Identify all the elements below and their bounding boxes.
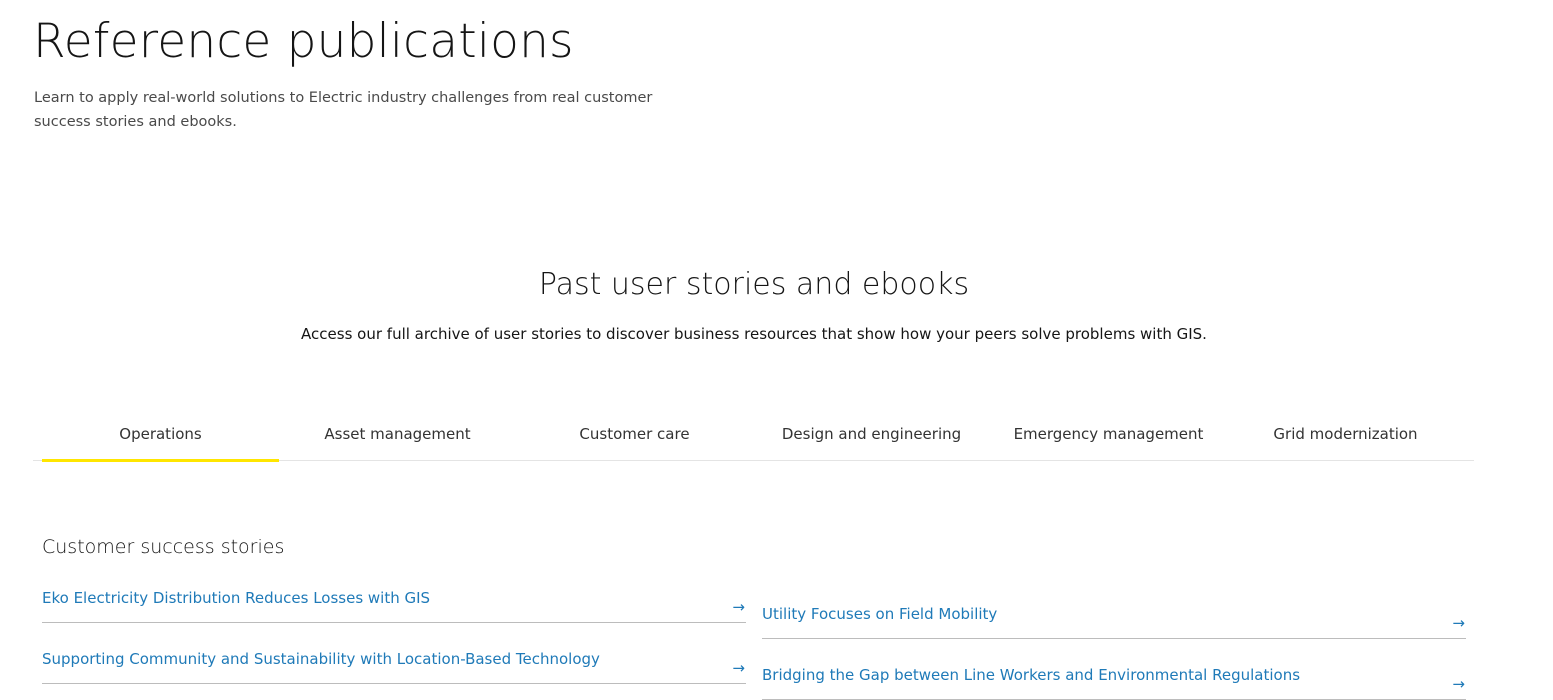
tab-label: Grid modernization	[1273, 425, 1418, 443]
tab-grid-modernization[interactable]: Grid modernization	[1227, 410, 1464, 461]
story-link-label: Eko Electricity Distribution Reduces Los…	[42, 589, 431, 607]
story-link-label: Supporting Community and Sustainability …	[42, 650, 600, 668]
page-title: Reference publications	[33, 14, 574, 69]
tab-operations[interactable]: Operations	[42, 410, 279, 462]
story-link-eko-electricity[interactable]: Eko Electricity Distribution Reduces Los…	[42, 587, 746, 623]
arrow-right-icon: →	[1452, 675, 1465, 693]
story-link-label: Bridging the Gap between Line Workers an…	[762, 666, 1301, 684]
tab-design-and-engineering[interactable]: Design and engineering	[753, 410, 990, 461]
story-link-bridging-the-gap[interactable]: Bridging the Gap between Line Workers an…	[762, 664, 1466, 700]
tab-asset-management[interactable]: Asset management	[279, 410, 516, 461]
category-tabs: Operations Asset management Customer car…	[33, 410, 1474, 462]
section-subtitle: Access our full archive of user stories …	[301, 325, 1207, 343]
tab-label: Design and engineering	[781, 425, 962, 443]
story-link-supporting-community[interactable]: Supporting Community and Sustainability …	[42, 648, 746, 684]
tab-label: Operations	[119, 425, 202, 443]
stories-heading: Customer success stories	[42, 536, 285, 558]
tab-label: Emergency management	[1013, 425, 1204, 443]
tab-label: Customer care	[579, 425, 690, 443]
story-link-label: Utility Focuses on Field Mobility	[762, 605, 998, 623]
tab-customer-care[interactable]: Customer care	[516, 410, 753, 461]
arrow-right-icon: →	[732, 598, 745, 616]
section-heading: Past user stories and ebooks	[538, 267, 970, 302]
tab-label: Asset management	[324, 425, 471, 443]
tab-emergency-management[interactable]: Emergency management	[990, 410, 1227, 461]
arrow-right-icon: →	[1452, 614, 1465, 632]
story-link-utility-field-mobility[interactable]: Utility Focuses on Field Mobility →	[762, 603, 1466, 639]
page-intro: Learn to apply real-world solutions to E…	[34, 90, 653, 130]
arrow-right-icon: →	[732, 659, 745, 677]
